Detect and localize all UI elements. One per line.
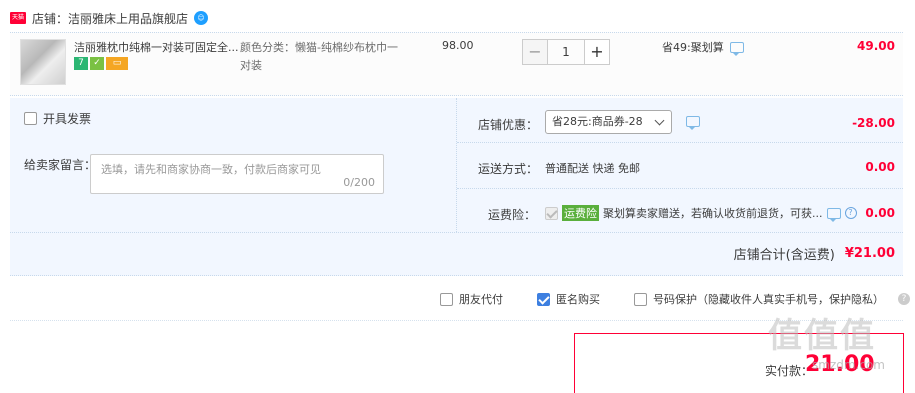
memo-char-counter: 0/200 — [343, 176, 375, 189]
invoice-option[interactable]: 开具发票 — [24, 110, 91, 127]
shop-total-amount: ¥21.00 — [844, 246, 895, 261]
shop-name[interactable]: 店铺：洁丽雅床上用品旗舰店 — [32, 10, 188, 27]
invoice-checkbox[interactable] — [24, 112, 37, 125]
friend-pay-label: 朋友代付 — [459, 293, 503, 306]
shipping-amount: 0.00 — [865, 160, 895, 174]
insurance-tag: 运费险 — [562, 205, 599, 221]
insurance-amount: 0.00 — [865, 206, 895, 220]
row-divider — [457, 188, 903, 189]
coupon-amount: -28.00 — [852, 116, 895, 130]
coupon-label: 店铺优惠： — [478, 118, 539, 132]
order-options-panel: 开具发票 给卖家留言： 选填，请先和商家协商一致，付款后商家可见 0/200 店… — [10, 98, 903, 276]
credit-card-icon: ▭ — [106, 57, 128, 70]
memo-label: 给卖家留言： — [24, 158, 97, 172]
coupon-select[interactable]: 省28元:商品券-28 — [545, 110, 672, 134]
friend-pay-checkbox[interactable] — [440, 292, 453, 306]
shop-header: 天猫 店铺：洁丽雅床上用品旗舰店 ☺ — [10, 8, 209, 28]
shipping-method: 普通配送 快递 免邮 — [545, 162, 640, 175]
tmall-guarantee-icon: ✓ — [90, 57, 104, 70]
quantity-plus-button[interactable]: + — [584, 39, 610, 65]
message-icon[interactable] — [826, 207, 841, 222]
insurance-text: 聚划算卖家赠送，若确认收货前退货，可获... — [603, 207, 823, 220]
anonymous-label: 匿名购买 — [556, 293, 600, 306]
discount-text: 省49:聚划算 — [662, 41, 724, 54]
privacy-checkbox[interactable] — [634, 292, 647, 306]
item-discount: 省49:聚划算 — [662, 39, 744, 56]
anonymous-option[interactable]: 匿名购买 — [537, 291, 600, 307]
tmall-icon: 天猫 — [10, 12, 26, 24]
sku-line: 颜色分类：懒猫-纯棉纱布枕巾一 — [240, 41, 398, 54]
order-item-row: 洁丽雅枕巾纯棉一对装可固定全... 7 ✓ ▭ 颜色分类：懒猫-纯棉纱布枕巾一 … — [10, 32, 903, 96]
quantity-minus-button[interactable]: − — [522, 39, 548, 65]
product-title[interactable]: 洁丽雅枕巾纯棉一对装可固定全... — [74, 39, 240, 55]
unit-price: 98.00 — [442, 39, 474, 52]
anonymous-checkbox[interactable] — [537, 292, 550, 306]
seller-message-input[interactable]: 选填，请先和商家协商一致，付款后商家可见 0/200 — [90, 154, 384, 194]
friend-pay-option[interactable]: 朋友代付 — [440, 291, 503, 307]
help-icon[interactable]: ? — [844, 207, 857, 219]
product-thumbnail[interactable] — [20, 39, 66, 85]
sku-info: 颜色分类：懒猫-纯棉纱布枕巾一 对装 — [240, 39, 410, 75]
shop-total: 店铺合计(含运费) ¥21.00 — [734, 244, 895, 263]
row-divider — [457, 142, 903, 143]
item-subtotal: 49.00 — [857, 39, 895, 53]
question-icon[interactable]: ? — [898, 293, 910, 305]
memo-placeholder: 选填，请先和商家协商一致，付款后商家可见 — [101, 163, 321, 176]
coupon-selected: 省28元:商品券-28 — [552, 115, 643, 128]
quantity-input[interactable]: 1 — [548, 39, 584, 65]
insurance-label: 运费险： — [488, 208, 537, 222]
invoice-label: 开具发票 — [43, 112, 92, 126]
watermark-text: smzdm.com — [812, 358, 885, 372]
panel-divider — [456, 98, 457, 232]
message-icon[interactable] — [686, 116, 700, 130]
sku-line: 对装 — [240, 59, 262, 72]
row-divider — [10, 232, 903, 233]
chevron-down-icon — [654, 115, 665, 126]
service-badges: 7 ✓ ▭ — [74, 57, 128, 70]
message-icon[interactable] — [729, 41, 744, 56]
shipping-label: 运送方式： — [478, 162, 539, 176]
chat-icon[interactable]: ☺ — [194, 11, 209, 25]
privacy-option[interactable]: 号码保护（隐藏收件人真实手机号，保护隐私） ? — [634, 291, 910, 307]
watermark-logo: 值值值 — [768, 316, 876, 356]
privacy-label: 号码保护（隐藏收件人真实手机号，保护隐私） — [653, 293, 884, 306]
quantity-stepper: − 1 + — [522, 39, 610, 65]
insurance-option: 运费险 聚划算卖家赠送，若确认收货前退货，可获... ? — [545, 205, 857, 222]
shop-total-label: 店铺合计(含运费) — [733, 248, 835, 263]
insurance-checkbox — [545, 206, 558, 220]
seven-day-return-icon: 7 — [74, 57, 88, 70]
